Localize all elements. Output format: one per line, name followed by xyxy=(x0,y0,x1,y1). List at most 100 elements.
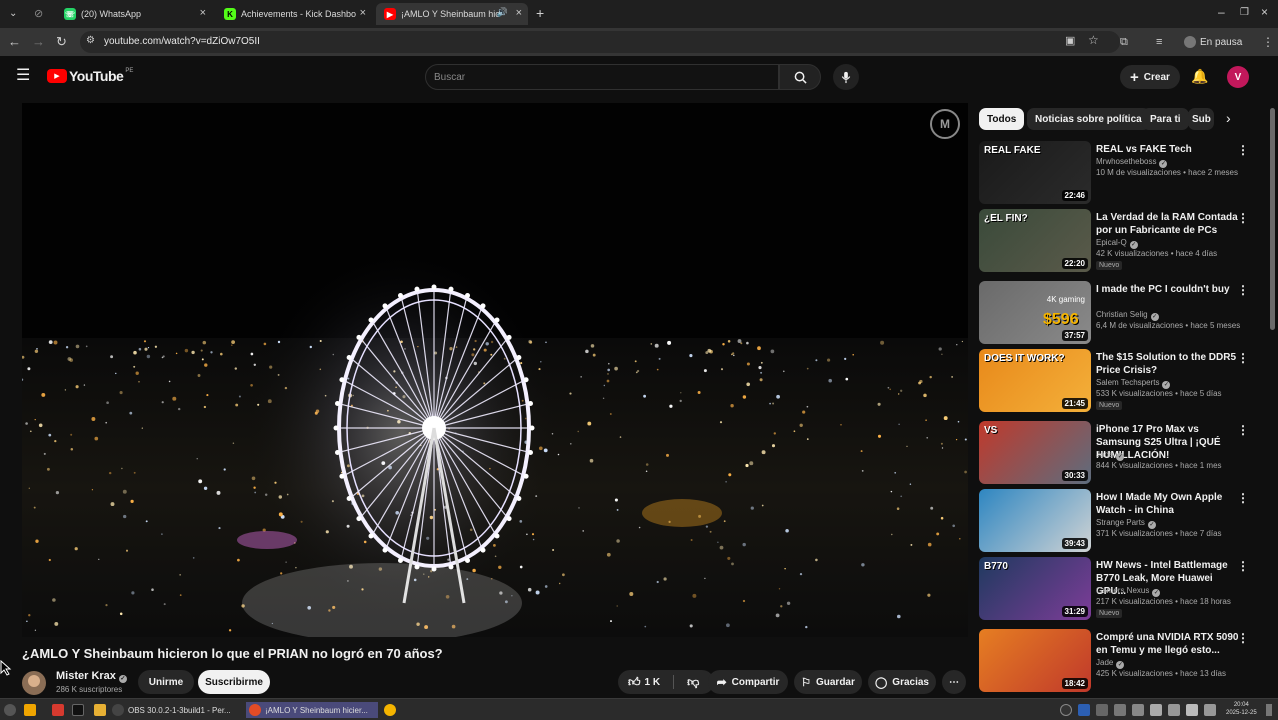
tab-list-chevron-icon[interactable]: ⌄ xyxy=(9,6,17,22)
minimize-icon[interactable]: – xyxy=(1218,4,1225,20)
video-thumbnail[interactable]: $596 4K gaming 37:57 xyxy=(979,281,1091,344)
recommendation-item[interactable]: $596 4K gaming 37:57 I made the PC I couldn… xyxy=(979,281,1269,345)
tray-bell-icon[interactable] xyxy=(1114,704,1126,716)
close-tab-icon[interactable]: × xyxy=(200,7,206,19)
guide-menu-icon[interactable]: ☰ xyxy=(16,68,30,84)
recommendation-channel[interactable]: Salem Techsperts ✓ xyxy=(1096,378,1171,389)
tab-group-icon[interactable]: ⊘ xyxy=(34,6,43,22)
url-text[interactable]: youtube.com/watch?v=dZiOw7O5II xyxy=(104,36,260,47)
recommendation-title[interactable]: Compré una NVIDIA RTX 5090 en Temu y me … xyxy=(1096,631,1244,657)
voice-search-button[interactable] xyxy=(833,64,859,90)
back-icon[interactable]: ← xyxy=(8,34,21,50)
start-menu-icon[interactable] xyxy=(4,702,16,718)
search-input[interactable]: Buscar xyxy=(425,64,779,90)
address-bar[interactable]: ⚙ youtube.com/watch?v=dZiOw7O5II ▣ ☆ xyxy=(80,31,1120,53)
video-thumbnail[interactable]: B770 31:29 xyxy=(979,557,1091,620)
tray-clipboard-icon[interactable] xyxy=(1132,704,1144,716)
recommendation-title[interactable]: The $15 Solution to the DDR5 Price Crisi… xyxy=(1096,351,1244,377)
subscribe-button[interactable]: Suscribirme xyxy=(198,670,270,694)
recommendation-item[interactable]: 18:42 Compré una NVIDIA RTX 5090 en Temu … xyxy=(979,629,1269,693)
tray-shield-icon[interactable] xyxy=(1168,704,1180,716)
clock[interactable]: 20:04 2025-12-25 xyxy=(1226,701,1257,717)
recommendation-channel[interactable]: Epical-Q ✓ xyxy=(1096,238,1138,249)
video-thumbnail[interactable]: DOES IT WORK? 21:45 xyxy=(979,349,1091,412)
app-icon-red[interactable] xyxy=(52,702,64,718)
bookmark-star-icon[interactable]: ☆ xyxy=(1088,33,1099,47)
thanks-button[interactable]: ◯ Gracias xyxy=(868,670,936,694)
chips-next-chevron-icon[interactable]: › xyxy=(1226,110,1231,126)
tray-obs-icon[interactable] xyxy=(1060,704,1072,716)
thumbs-down-icon[interactable]: 👎︎ xyxy=(687,675,699,690)
recommendation-channel[interactable]: Mrwhosetheboss ✓ xyxy=(1096,157,1168,168)
reload-icon[interactable]: ↻ xyxy=(56,34,67,50)
new-tab-button[interactable]: + xyxy=(536,5,544,21)
more-vertical-icon[interactable]: ⋮ xyxy=(1237,559,1249,573)
create-button[interactable]: + Crear xyxy=(1120,65,1180,89)
video-thumbnail[interactable]: VS 30:33 xyxy=(979,421,1091,484)
recommendation-channel[interactable]: Strange Parts ✓ xyxy=(1096,518,1156,529)
chip-todos[interactable]: Todos xyxy=(979,108,1025,130)
recommendation-title[interactable]: I made the PC I couldn't buy xyxy=(1096,283,1244,296)
tray-notes-icon[interactable] xyxy=(1096,704,1108,716)
more-vertical-icon[interactable]: ⋮ xyxy=(1237,423,1249,437)
recommendation-item[interactable]: DOES IT WORK? 21:45 The $15 Solution to th… xyxy=(979,349,1269,413)
chip-noticias[interactable]: Noticias sobre política xyxy=(1027,108,1150,130)
browser-menu-icon[interactable]: ⋮ xyxy=(1262,34,1274,50)
channel-avatar[interactable] xyxy=(22,671,46,695)
taskbar-item-browser[interactable]: ¡AMLO Y Sheinbaum hicier... xyxy=(246,702,378,718)
recommendation-channel[interactable]: Gamers Nexus ✓ xyxy=(1096,586,1161,597)
join-button[interactable]: Unirme xyxy=(138,670,194,694)
close-tab-icon[interactable]: × xyxy=(360,7,366,19)
profile-pause-button[interactable]: En pausa xyxy=(1178,32,1248,52)
video-player[interactable]: M xyxy=(22,103,968,637)
page-scrollbar-thumb[interactable] xyxy=(1270,108,1275,330)
reading-list-icon[interactable]: ≡ xyxy=(1156,34,1162,50)
chip-para-ti[interactable]: Para ti xyxy=(1142,108,1189,130)
youtube-logo[interactable]: ▶ YouTube PE xyxy=(47,68,133,84)
show-desktop-icon[interactable] xyxy=(1266,702,1272,718)
video-thumbnail[interactable]: 39:43 xyxy=(979,489,1091,552)
save-button[interactable]: ⚐ Guardar xyxy=(794,670,862,694)
tab-youtube[interactable]: ▶ ¡AMLO Y Sheinbaum hic 🔊 × xyxy=(376,3,528,25)
more-vertical-icon[interactable]: ⋮ xyxy=(1237,491,1249,505)
notifications-bell-icon[interactable]: 🔔 xyxy=(1191,68,1208,85)
taskbar-item-obs[interactable]: OBS 30.0.2-1-3build1 - Per... xyxy=(112,702,242,718)
recommendation-item[interactable]: REAL FAKE 22:46 REAL vs FAKE Tech Mrwhoseth… xyxy=(979,141,1269,205)
video-thumbnail[interactable]: REAL FAKE 22:46 xyxy=(979,141,1091,204)
more-vertical-icon[interactable]: ⋮ xyxy=(1237,351,1249,365)
site-info-icon[interactable]: ⚙ xyxy=(86,35,95,46)
tray-network-icon[interactable] xyxy=(1150,704,1162,716)
recommendation-item[interactable]: 39:43 How I Made My Own Apple Watch - in … xyxy=(979,489,1269,553)
recommendation-channel[interactable]: Christian Selig ✓ xyxy=(1096,310,1159,321)
forward-icon[interactable]: → xyxy=(32,34,45,50)
files-icon[interactable] xyxy=(24,702,36,718)
close-tab-icon[interactable]: × xyxy=(516,7,522,19)
channel-watermark-icon[interactable]: M xyxy=(930,109,960,139)
video-thumbnail[interactable]: 18:42 xyxy=(979,629,1091,692)
more-vertical-icon[interactable]: ⋮ xyxy=(1237,143,1249,157)
recommendation-item[interactable]: B770 31:29 HW News - Intel Battlemage B770… xyxy=(979,557,1269,621)
channel-name[interactable]: Mister Krax ✓ xyxy=(56,670,127,683)
recommendation-item[interactable]: ¿EL FIN? 22:20 La Verdad de la RAM Contada… xyxy=(979,209,1269,273)
recommendation-title[interactable]: REAL vs FAKE Tech xyxy=(1096,143,1244,156)
close-window-icon[interactable]: × xyxy=(1261,4,1268,20)
share-button[interactable]: ➦ Compartir xyxy=(708,670,788,694)
recommendation-title[interactable]: La Verdad de la RAM Contada por un Fabri… xyxy=(1096,211,1244,237)
tray-volume-icon[interactable] xyxy=(1204,704,1216,716)
maximize-icon[interactable]: ❐ xyxy=(1240,5,1249,21)
video-thumbnail[interactable]: ¿EL FIN? 22:20 xyxy=(979,209,1091,272)
tray-bluetooth-icon[interactable] xyxy=(1078,704,1090,716)
terminal-icon[interactable] xyxy=(72,702,84,718)
recommendation-item[interactable]: VS 30:33 iPhone 17 Pro Max vs Samsung S25 … xyxy=(979,421,1269,485)
more-vertical-icon[interactable]: ⋮ xyxy=(1237,631,1249,645)
more-vertical-icon[interactable]: ⋮ xyxy=(1237,283,1249,297)
recommendation-channel[interactable]: Jade ✓ xyxy=(1096,450,1125,461)
extensions-icon[interactable]: ⧉ xyxy=(1120,34,1128,50)
like-button[interactable]: 👍︎ 1 K xyxy=(628,675,660,690)
search-button[interactable] xyxy=(779,64,821,90)
more-vertical-icon[interactable]: ⋮ xyxy=(1237,211,1249,225)
folder-icon[interactable] xyxy=(94,702,106,718)
chip-sub[interactable]: Sub xyxy=(1188,108,1214,130)
recommendation-title[interactable]: How I Made My Own Apple Watch - in China xyxy=(1096,491,1244,517)
account-avatar[interactable]: V xyxy=(1227,66,1249,88)
